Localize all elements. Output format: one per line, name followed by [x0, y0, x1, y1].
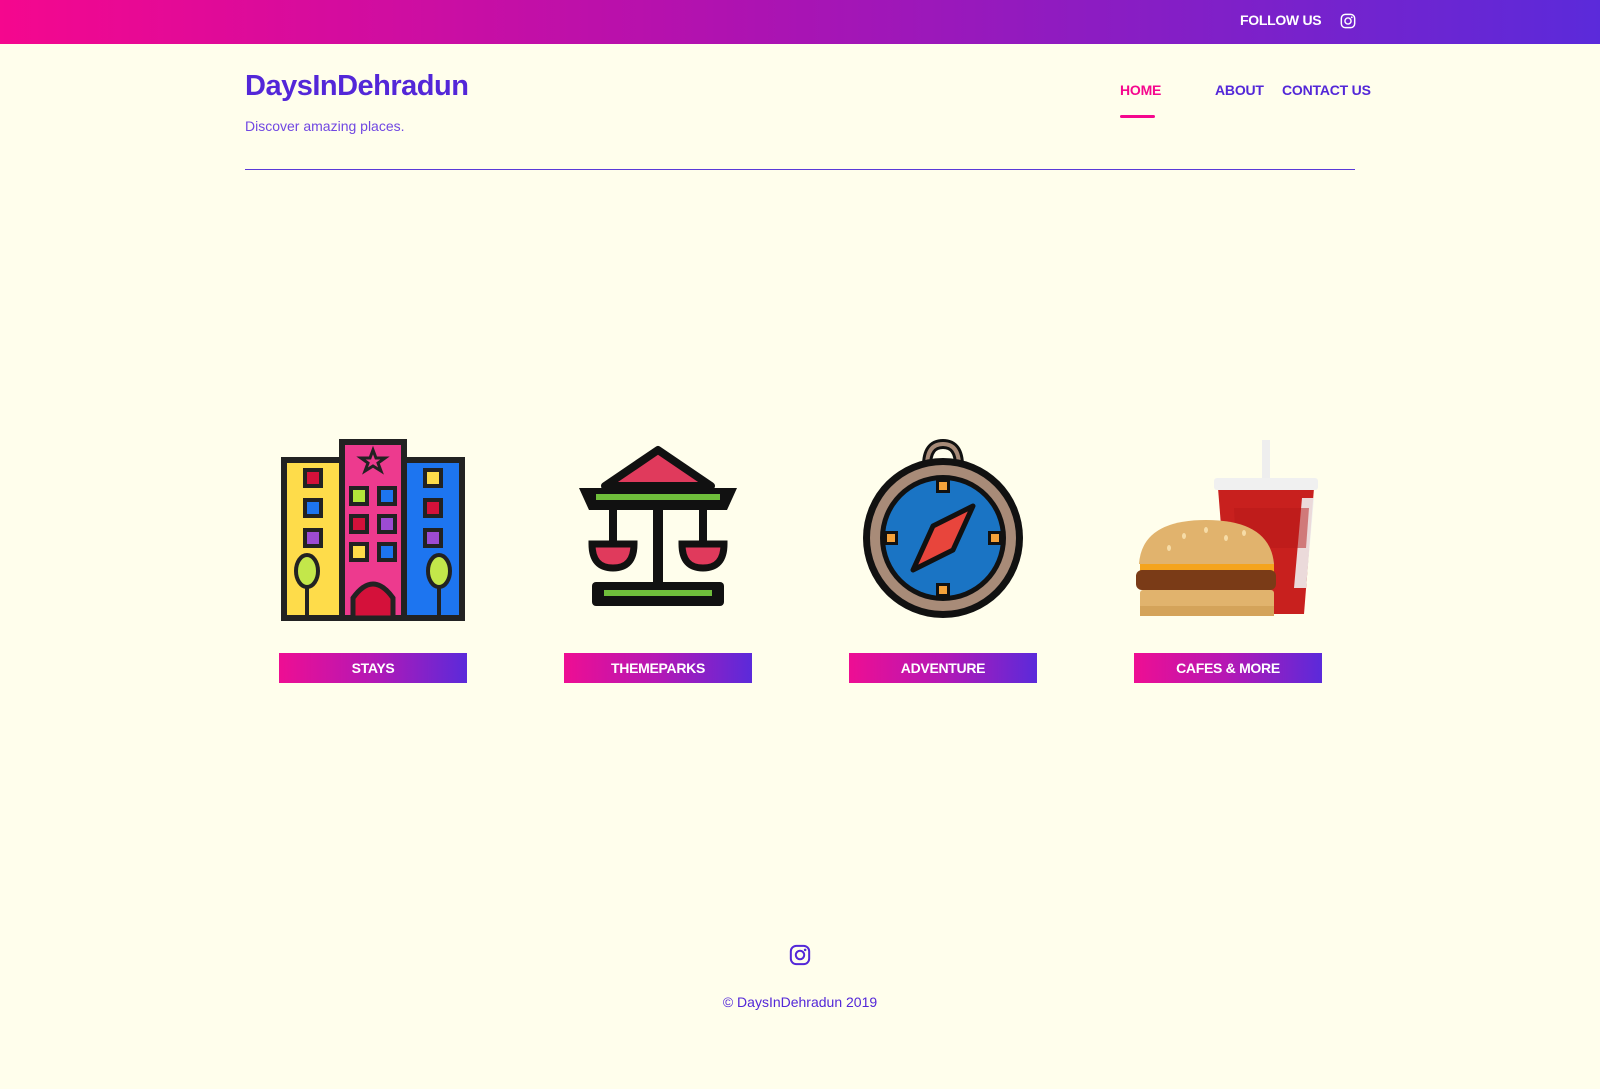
nav-home[interactable]: HOME — [1120, 82, 1161, 98]
nav-active-indicator — [1120, 115, 1155, 118]
instagram-icon[interactable] — [789, 944, 811, 966]
nav-about[interactable]: ABOUT — [1215, 82, 1264, 98]
nav-contact-us[interactable]: CONTACT US — [1282, 82, 1371, 98]
copyright-text: © DaysInDehradun 2019 — [722, 994, 878, 1010]
burger-drink-icon — [1136, 440, 1318, 616]
follow-us-label: FOLLOW US — [1240, 12, 1322, 28]
category-card-adventure: ADVENTURE — [849, 438, 1037, 683]
adventure-button[interactable]: ADVENTURE — [849, 653, 1037, 683]
header-divider — [245, 169, 1355, 170]
site-tagline: Discover amazing places. — [245, 118, 405, 134]
category-card-cafes: CAFES & MORE — [1134, 438, 1322, 683]
instagram-icon[interactable] — [1340, 13, 1356, 29]
hotel-building-icon — [281, 439, 465, 621]
site-title[interactable]: DaysInDehradun — [245, 70, 469, 103]
top-bar: FOLLOW US — [0, 0, 1600, 44]
themeparks-button[interactable]: THEMEPARKS — [564, 653, 752, 683]
compass-icon — [863, 438, 1023, 618]
category-card-stays: STAYS — [279, 438, 467, 683]
cafes-more-button[interactable]: CAFES & MORE — [1134, 653, 1322, 683]
category-card-themeparks: THEMEPARKS — [564, 438, 752, 683]
stays-button[interactable]: STAYS — [279, 653, 467, 683]
carousel-icon — [579, 446, 737, 606]
